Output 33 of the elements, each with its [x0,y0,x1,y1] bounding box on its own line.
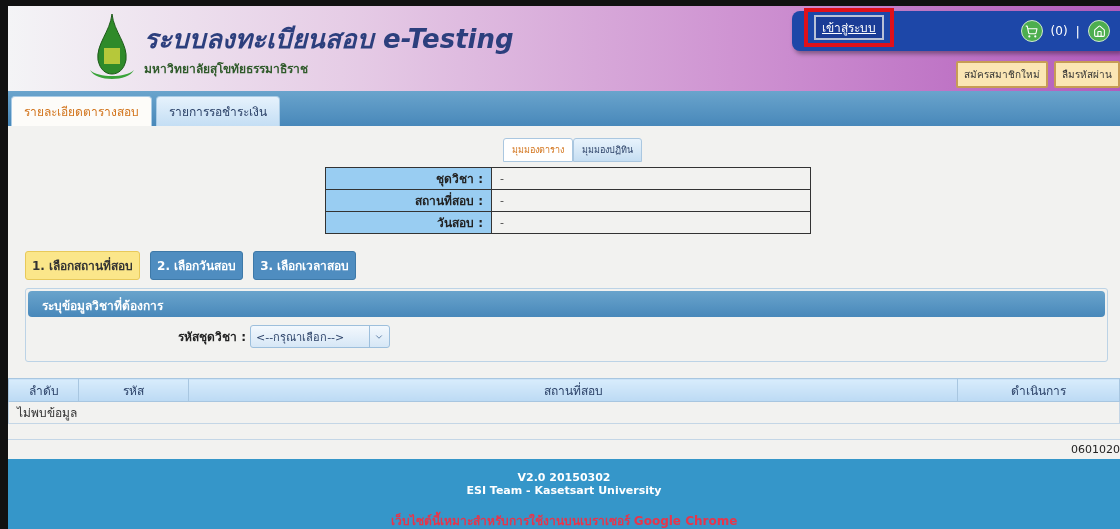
step-button[interactable]: 1. เลือกสถานที่สอบ [25,251,141,280]
column-header: ลำดับ [8,378,79,402]
team-text: ESI Team - Kasetsart University [466,484,662,497]
column-header: รหัส [78,378,189,402]
course-code-select[interactable]: <--กรุณาเลือก--> [250,325,390,348]
site-title: ระบบลงทะเบียนสอบ e-Testing [144,23,514,57]
empty-message: ไม่พบข้อมูล [8,401,1120,424]
cart-count: (0) [1050,24,1068,38]
home-icon[interactable] [1088,20,1110,42]
tab[interactable]: รายการรอชำระเงิน [156,96,280,126]
cart-icon[interactable] [1020,20,1043,42]
account-button[interactable]: สมัครสมาชิกใหม่ [956,61,1048,88]
separator: | [1075,23,1080,39]
summary-label: วันสอบ : [325,211,492,234]
step-button[interactable]: 3. เลือกเวลาสอบ [253,251,357,280]
login-button[interactable]: เข้าสู่ระบบ [814,14,884,40]
summary-label: สถานที่สอบ : [325,189,492,212]
summary-value: - [491,211,811,234]
view-toggle-button[interactable]: มุมมองปฏิทิน [572,138,642,162]
university-name: มหาวิทยาลัยสุโขทัยธรรมาธิราช [144,61,309,79]
column-header: สถานที่สอบ [188,378,958,402]
summary-value: - [491,167,811,190]
step-button[interactable]: 2. เลือกวันสอบ [150,251,244,280]
version-text: V2.0 20150302 [517,471,611,484]
account-button[interactable]: ลืมรหัสผ่าน [1054,61,1120,88]
field-label: รหัสชุดวิชา : [178,329,246,346]
summary-label: ชุดวิชา : [325,167,492,190]
column-header: ดำเนินการ [957,378,1120,402]
view-toggle-button[interactable]: มุมมองตาราง [502,138,573,162]
browser-notice: เว็บไซต์นี้เหมาะสำหรับการใช้งานบนเบราเซอร์ Google Chrome [390,511,738,529]
page-code: 0601020 [1070,442,1120,458]
panel-title: ระบุข้อมูลวิชาที่ต้องการ [28,291,1105,317]
summary-value: - [491,189,811,212]
